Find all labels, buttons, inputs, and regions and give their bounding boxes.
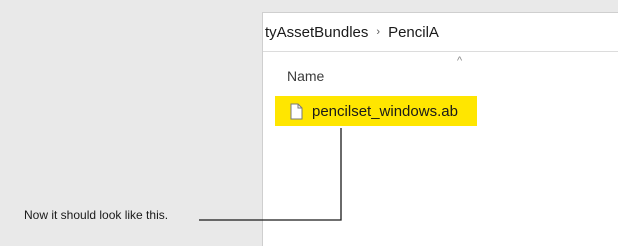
breadcrumb-separator-icon: › xyxy=(376,26,381,38)
sort-ascending-icon: ^ xyxy=(457,55,463,67)
breadcrumb: tyAssetBundles › PencilA xyxy=(263,13,618,52)
breadcrumb-item-pencila[interactable]: PencilA xyxy=(388,24,439,41)
file-icon xyxy=(290,103,303,119)
breadcrumb-item-assetbundles[interactable]: tyAssetBundles xyxy=(265,24,368,41)
column-header-name[interactable]: Name xyxy=(287,68,324,84)
file-explorer-window: tyAssetBundles › PencilA ^ Name pencilse… xyxy=(262,12,618,246)
file-row[interactable]: pencilset_windows.ab xyxy=(275,96,477,126)
annotation-caption: Now it should look like this. xyxy=(24,208,169,222)
file-name: pencilset_windows.ab xyxy=(312,102,458,120)
